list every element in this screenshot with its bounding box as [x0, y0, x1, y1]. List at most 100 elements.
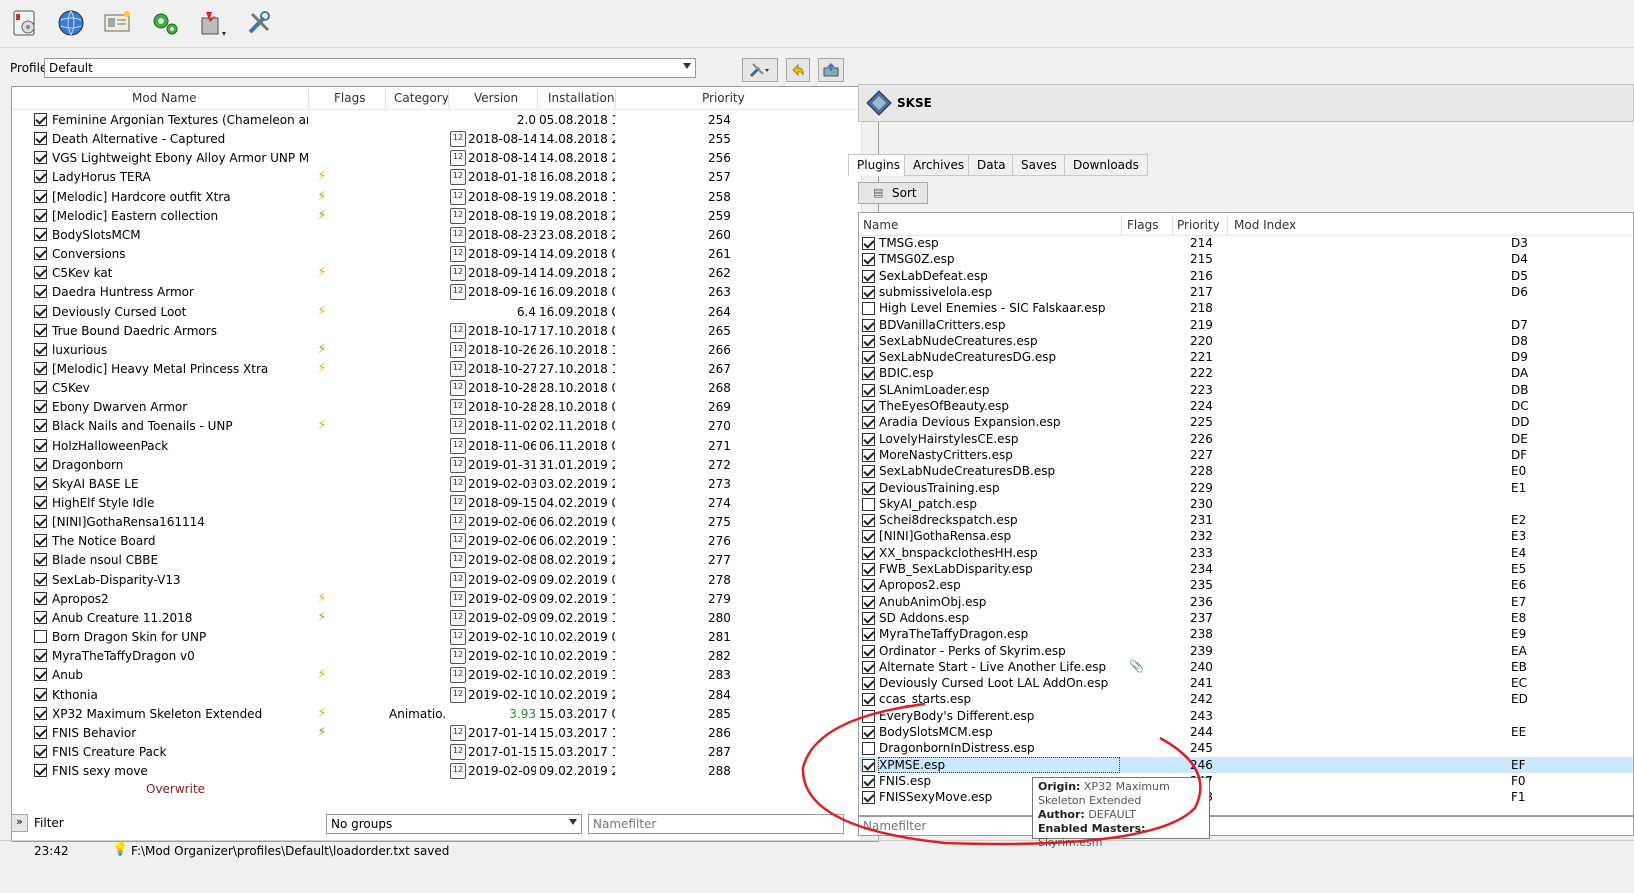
- mod-enable-checkbox[interactable]: [34, 170, 47, 184]
- header-flags[interactable]: Flags: [334, 91, 365, 105]
- plugin-row[interactable]: SD Addons.esp 237 E8: [859, 610, 1633, 626]
- plugin-row[interactable]: TMSG.esp 214 D3: [859, 235, 1633, 251]
- mod-row[interactable]: True Bound Daedric Armors 12 2018-10-17 17.…: [12, 321, 878, 341]
- plugin-row[interactable]: SLAnimLoader.esp 223 DB: [859, 382, 1633, 398]
- plugin-enable-checkbox[interactable]: [862, 514, 875, 528]
- mod-row[interactable]: [Melodic] Heavy Metal Princess Xtra ⚡ 12 20…: [12, 359, 878, 379]
- mod-enable-checkbox[interactable]: [34, 342, 47, 356]
- mod-enable-checkbox[interactable]: [34, 534, 47, 548]
- plugin-enable-checkbox[interactable]: [862, 465, 875, 479]
- plugin-enable-checkbox[interactable]: [862, 530, 875, 544]
- plugin-enable-checkbox[interactable]: [862, 595, 875, 609]
- settings-icon[interactable]: [242, 6, 276, 40]
- mod-row[interactable]: [Melodic] Eastern collection ⚡ 12 2018-08-1…: [12, 206, 878, 226]
- nexus-globe-icon[interactable]: [54, 6, 88, 40]
- plugin-row[interactable]: BodySlotsMCM.esp 244 EE: [859, 724, 1633, 740]
- mod-row[interactable]: SkyAI BASE LE 122019-02-0303.02.2019 2...…: [12, 474, 878, 494]
- mod-enable-checkbox[interactable]: [34, 285, 47, 299]
- overwrite-row[interactable]: Overwrite: [12, 779, 878, 799]
- plugin-row[interactable]: Alternate Start - Live Another Life.esp 📎…: [859, 659, 1633, 675]
- header-plugin-flags[interactable]: Flags: [1127, 218, 1158, 232]
- executables-icon[interactable]: [148, 6, 182, 40]
- expand-filter-button[interactable]: »: [11, 814, 28, 832]
- mod-row[interactable]: MyraTheTaffyDragon v0 12 2019-02-10 10.02.2…: [12, 646, 878, 666]
- plugin-row[interactable]: EveryBody's Different.esp 243: [859, 708, 1633, 724]
- mod-enable-checkbox[interactable]: [34, 266, 47, 280]
- mod-row[interactable]: C5Kev 122018-10-2828.10.2018 0... 268: [12, 378, 878, 398]
- plugin-enable-checkbox[interactable]: [862, 628, 875, 642]
- plugin-row[interactable]: [NINI]GothaRensa.esp 232 E3: [859, 528, 1633, 544]
- tab-data[interactable]: Data: [968, 154, 1015, 176]
- plugin-row[interactable]: FNIS.esp247F0: [859, 773, 1633, 789]
- plugin-row[interactable]: ccas_starts.esp 242 ED: [859, 691, 1633, 707]
- mod-enable-checkbox[interactable]: [34, 687, 47, 701]
- plugin-enable-checkbox[interactable]: [862, 693, 875, 707]
- plugin-enable-checkbox[interactable]: [862, 367, 875, 381]
- mod-enable-checkbox[interactable]: [34, 113, 47, 126]
- mod-enable-checkbox[interactable]: [34, 725, 47, 739]
- mod-enable-checkbox[interactable]: [34, 381, 47, 395]
- mod-enable-checkbox[interactable]: [34, 496, 47, 509]
- sort-button[interactable]: ▤ Sort: [858, 182, 928, 204]
- plugin-enable-checkbox[interactable]: [862, 481, 875, 495]
- plugin-enable-checkbox[interactable]: [862, 432, 875, 446]
- plugin-row[interactable]: AnubAnimObj.esp 236 E7: [859, 594, 1633, 610]
- mod-enable-checkbox[interactable]: [34, 764, 47, 778]
- mod-row[interactable]: Black Nails and Toenails - UNP ⚡ 12 2018-11…: [12, 416, 878, 436]
- header-priority[interactable]: Priority: [702, 91, 745, 105]
- plugin-row[interactable]: MyraTheTaffyDragon.esp 238 E9: [859, 626, 1633, 642]
- header-plugin-name[interactable]: Name: [863, 218, 898, 232]
- plugin-row[interactable]: MoreNastyCritters.esp 227 DF: [859, 447, 1633, 463]
- plugin-enable-checkbox[interactable]: [862, 563, 875, 576]
- mod-row[interactable]: luxurious ⚡ 122018-10-2626.10.2018 1... 266: [12, 340, 878, 360]
- plugin-row[interactable]: BDIC.esp 222 DA: [859, 365, 1633, 381]
- plugin-enable-checkbox[interactable]: [862, 644, 875, 658]
- mod-enable-checkbox[interactable]: [34, 361, 47, 375]
- plugin-enable-checkbox[interactable]: [862, 383, 875, 397]
- mod-enable-checkbox[interactable]: [34, 668, 47, 682]
- mod-enable-checkbox[interactable]: [34, 419, 47, 433]
- mod-row[interactable]: Apropos2 ⚡ 122019-02-0909.02.2019 1... 279: [12, 589, 878, 609]
- plugin-row[interactable]: XPMSE.esp 246 EF: [859, 756, 1633, 773]
- mod-enable-checkbox[interactable]: [34, 553, 47, 567]
- tab-plugins[interactable]: Plugins: [848, 154, 909, 176]
- plugin-row[interactable]: TheEyesOfBeauty.esp 224 DC: [859, 398, 1633, 414]
- plugin-row[interactable]: SexLabNudeCreatures.esp 220 D8: [859, 333, 1633, 349]
- mod-enable-checkbox[interactable]: [34, 476, 47, 490]
- mod-row[interactable]: Daedra Huntress Armor 12 2018-09-16 16.09.2…: [12, 282, 878, 302]
- plugin-row[interactable]: LovelyHairstylesCE.esp 226 DE: [859, 431, 1633, 447]
- plugin-enable-checkbox[interactable]: [862, 253, 875, 267]
- mod-enable-checkbox[interactable]: [34, 189, 47, 203]
- mod-row[interactable]: Blade nsoul CBBE 12 2019-02-08 08.02.2019 2…: [12, 550, 878, 570]
- mod-enable-checkbox[interactable]: [34, 247, 47, 261]
- header-mod-name[interactable]: Mod Name: [132, 91, 197, 105]
- mod-namefilter-input[interactable]: [588, 814, 844, 834]
- mod-list[interactable]: Mod Name Flags Category Version Installa…: [11, 86, 879, 842]
- plugin-row[interactable]: XX_bnspackclothesHH.esp 233 E4: [859, 545, 1633, 561]
- plugin-enable-checkbox[interactable]: [862, 546, 875, 560]
- plugin-enable-checkbox[interactable]: [862, 318, 875, 332]
- plugin-row[interactable]: TMSG0Z.esp 215 D4: [859, 251, 1633, 267]
- plugin-row[interactable]: SexLabDefeat.esp 216 D5: [859, 268, 1633, 284]
- mod-row[interactable]: Born Dragon Skin for UNP 12 2019-02-10 10.0…: [12, 627, 878, 647]
- restore-backup-button[interactable]: [786, 58, 810, 82]
- mod-actions-button[interactable]: [742, 58, 778, 82]
- mod-row[interactable]: FNIS Behavior ⚡ 122017-01-1415.03.2017 1..…: [12, 723, 878, 743]
- plugin-enable-checkbox[interactable]: [862, 237, 875, 250]
- plugin-enable-checkbox[interactable]: [862, 726, 875, 739]
- plugin-enable-checkbox[interactable]: [862, 285, 875, 299]
- plugin-enable-checkbox[interactable]: [862, 709, 875, 723]
- plugin-enable-checkbox[interactable]: [862, 334, 875, 348]
- plugin-enable-checkbox[interactable]: [862, 791, 875, 805]
- mod-enable-checkbox[interactable]: [34, 438, 47, 452]
- plugin-enable-checkbox[interactable]: [862, 579, 875, 593]
- header-version[interactable]: Version: [474, 91, 518, 105]
- mod-enable-checkbox[interactable]: [34, 457, 47, 471]
- mod-row[interactable]: LadyHorus TERA ⚡ 122018-01-1816.08.2018 2.…: [12, 167, 878, 187]
- plugin-enable-checkbox[interactable]: [862, 774, 875, 788]
- mod-enable-checkbox[interactable]: [34, 151, 47, 165]
- mod-enable-checkbox[interactable]: [34, 572, 47, 586]
- mod-enable-checkbox[interactable]: [34, 649, 47, 663]
- mod-enable-checkbox[interactable]: [34, 323, 47, 337]
- mod-enable-checkbox[interactable]: [34, 208, 47, 222]
